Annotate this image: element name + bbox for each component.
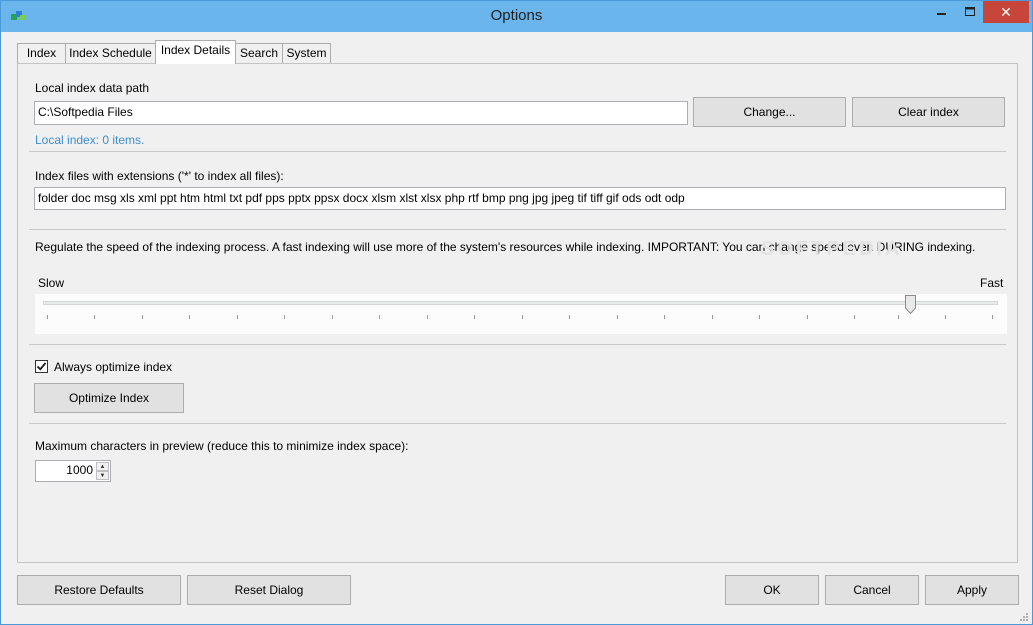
slider-tick	[474, 315, 475, 319]
separator-3	[29, 344, 1006, 345]
maximize-icon	[964, 7, 975, 16]
max-chars-spinbox[interactable]: 1000 ▲ ▼	[35, 460, 111, 482]
optimize-index-button[interactable]: Optimize Index	[34, 383, 184, 413]
slider-tick	[569, 315, 570, 319]
options-window: Options ✕ Index Index Schedule Index Det…	[0, 0, 1033, 625]
always-optimize-checkbox[interactable]	[35, 360, 48, 373]
maximize-button[interactable]	[956, 1, 983, 23]
slider-tick	[427, 315, 428, 319]
cancel-button[interactable]: Cancel	[825, 575, 919, 605]
separator-2	[29, 229, 1006, 230]
max-chars-value[interactable]: 1000	[66, 463, 93, 477]
tab-index-details[interactable]: Index Details	[155, 40, 236, 64]
path-input[interactable]: C:\Softpedia Files	[34, 101, 688, 125]
slider-tick	[898, 315, 899, 319]
clear-index-button[interactable]: Clear index	[852, 97, 1005, 127]
minimize-button[interactable]	[928, 1, 955, 23]
separator-1	[29, 151, 1006, 152]
slider-tick	[992, 315, 993, 319]
extensions-input[interactable]: folder doc msg xls xml ppt htm html txt …	[34, 187, 1006, 210]
extensions-label: Index files with extensions ('*' to inde…	[35, 169, 284, 183]
window-title: Options	[490, 7, 543, 24]
minimize-icon	[936, 13, 946, 15]
slider-tick	[332, 315, 333, 319]
restore-defaults-button[interactable]: Restore Defaults	[17, 575, 181, 605]
slider-track[interactable]	[43, 301, 998, 305]
fast-label: Fast	[980, 276, 1004, 290]
close-button[interactable]: ✕	[983, 1, 1029, 23]
slider-tick	[284, 315, 285, 319]
slider-tick	[759, 315, 760, 319]
resize-grip-icon[interactable]	[1019, 612, 1029, 622]
slider-tick	[47, 315, 48, 319]
slider-tick	[712, 315, 713, 319]
spin-buttons: ▲ ▼	[96, 462, 109, 480]
always-optimize-label[interactable]: Always optimize index	[54, 360, 172, 374]
apply-button[interactable]: Apply	[925, 575, 1019, 605]
slider-thumb[interactable]	[905, 295, 916, 314]
separator-4	[29, 423, 1006, 424]
tab-index[interactable]: Index	[17, 43, 66, 64]
tab-system[interactable]: System	[282, 43, 331, 64]
spin-down-arrow-icon[interactable]: ▼	[96, 471, 109, 480]
tab-index-schedule[interactable]: Index Schedule	[65, 43, 156, 64]
max-chars-label: Maximum characters in preview (reduce th…	[35, 439, 409, 453]
slider-tick	[237, 315, 238, 319]
slider-tick	[189, 315, 190, 319]
slider-tick	[379, 315, 380, 319]
local-index-status-link[interactable]: Local index: 0 items.	[35, 133, 144, 147]
slider-tick	[945, 315, 946, 319]
title-bar[interactable]: Options ✕	[1, 1, 1032, 32]
slider-tick	[617, 315, 618, 319]
reset-dialog-button[interactable]: Reset Dialog	[187, 575, 351, 605]
slider-tick	[522, 315, 523, 319]
ok-button[interactable]: OK	[725, 575, 819, 605]
path-label: Local index data path	[35, 81, 150, 95]
slider-tick	[854, 315, 855, 319]
slider-tick	[664, 315, 665, 319]
tab-search[interactable]: Search	[235, 43, 283, 64]
slider-tick	[142, 315, 143, 319]
checkmark-icon	[36, 362, 47, 371]
change-button[interactable]: Change...	[693, 97, 846, 127]
slider-tick	[94, 315, 95, 319]
slider-tick	[807, 315, 808, 319]
slow-label: Slow	[38, 276, 65, 290]
speed-slider[interactable]	[35, 294, 1007, 334]
spin-up-arrow-icon[interactable]: ▲	[96, 462, 109, 471]
watermark: SOFTPEDIA	[761, 238, 903, 260]
close-icon: ✕	[1000, 3, 1012, 20]
